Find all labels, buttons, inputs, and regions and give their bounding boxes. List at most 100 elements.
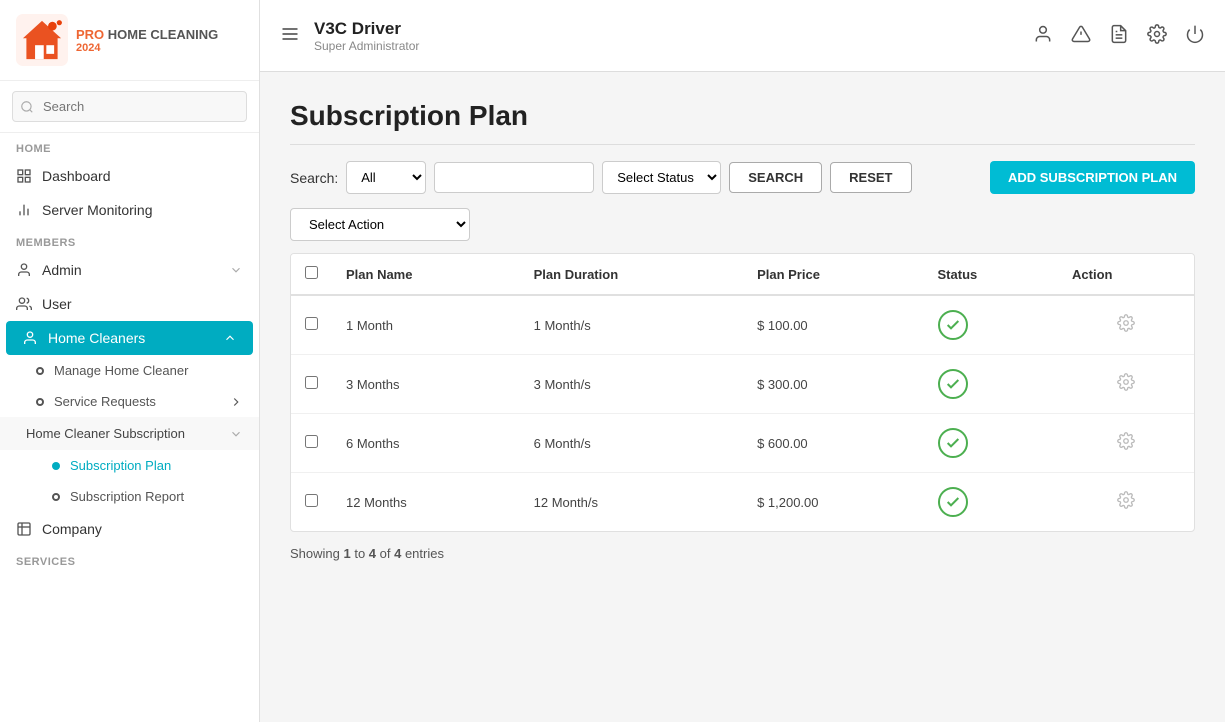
sidebar-item-dashboard[interactable]: Dashboard (0, 159, 259, 193)
main-content: V3C Driver Super Administrator Subscript… (260, 0, 1225, 722)
search-bar: Search: All Select Status Active Inactiv… (290, 161, 1195, 194)
header-plan-name: Plan Name (332, 254, 520, 295)
row-gear-button[interactable] (1117, 493, 1135, 513)
row-plan-name: 12 Months (332, 473, 520, 532)
status-active-icon (938, 428, 968, 458)
row-plan-duration: 12 Month/s (520, 473, 743, 532)
topbar-icons-area (1033, 24, 1205, 47)
checkmark-icon (945, 317, 961, 333)
row-checkbox-cell (291, 355, 332, 414)
sidebar-item-server-monitoring[interactable]: Server Monitoring (0, 193, 259, 227)
search-text-input[interactable] (434, 162, 594, 193)
sidebar-item-home-cleaner-subscription[interactable]: Home Cleaner Subscription (0, 417, 259, 450)
alert-icon-btn[interactable] (1071, 24, 1091, 47)
dot-empty-icon (36, 367, 44, 375)
logo-icon (16, 14, 68, 66)
row-plan-duration: 3 Month/s (520, 355, 743, 414)
row-plan-price: $ 600.00 (743, 414, 923, 473)
checkmark-icon (945, 376, 961, 392)
home-section-label: HOME (0, 133, 259, 159)
subscription-plan-label: Subscription Plan (70, 458, 171, 473)
sidebar-item-manage-home-cleaner[interactable]: Manage Home Cleaner (0, 355, 259, 386)
row-checkbox-cell (291, 473, 332, 532)
gear-action-icon (1117, 373, 1135, 391)
sidebar-item-subscription-plan[interactable]: Subscription Plan (0, 450, 259, 481)
row-checkbox-2[interactable] (305, 435, 318, 448)
sidebar-item-service-requests[interactable]: Service Requests (0, 386, 259, 417)
reset-button[interactable]: RESET (830, 162, 911, 193)
subscription-table: Plan Name Plan Duration Plan Price Statu… (290, 253, 1195, 532)
topbar-role: Super Administrator (314, 39, 1019, 53)
gear-icon-btn[interactable] (1147, 24, 1167, 47)
search-button[interactable]: SEARCH (729, 162, 822, 193)
topbar-driver-name: V3C Driver (314, 19, 1019, 39)
checkmark-icon (945, 494, 961, 510)
gear-action-icon (1117, 314, 1135, 332)
row-action (1058, 473, 1194, 532)
sidebar-item-subscription-report[interactable]: Subscription Report (0, 481, 259, 512)
user-label: User (42, 296, 72, 312)
row-checkbox-cell (291, 295, 332, 355)
home-cleaner-subscription-label: Home Cleaner Subscription (26, 426, 185, 441)
logo-pro: PRO HOME CLEANING (76, 27, 218, 42)
admin-label: Admin (42, 262, 82, 278)
action-select[interactable]: Select Action Delete (290, 208, 470, 241)
row-gear-button[interactable] (1117, 316, 1135, 336)
row-plan-price: $ 300.00 (743, 355, 923, 414)
add-subscription-plan-button[interactable]: ADD SUBSCRIPTION PLAN (990, 161, 1195, 194)
building-icon (16, 521, 32, 537)
home-cleaners-icon (22, 330, 38, 346)
header-action: Action (1058, 254, 1194, 295)
sidebar-item-company[interactable]: Company (0, 512, 259, 546)
logo-area: PRO HOME CLEANING 2024 (0, 0, 259, 81)
status-active-icon (938, 369, 968, 399)
subscription-report-label: Subscription Report (70, 489, 184, 504)
entries-total: 4 (394, 546, 401, 561)
row-status (924, 295, 1059, 355)
members-section-label: MEMBERS (0, 227, 259, 253)
power-icon-btn[interactable] (1185, 24, 1205, 47)
doc-icon-btn[interactable] (1109, 24, 1129, 47)
row-gear-button[interactable] (1117, 434, 1135, 454)
row-plan-name: 6 Months (332, 414, 520, 473)
entries-from: 1 (343, 546, 350, 561)
gear-action-icon (1117, 432, 1135, 450)
row-status (924, 414, 1059, 473)
row-action (1058, 355, 1194, 414)
manage-home-cleaner-label: Manage Home Cleaner (54, 363, 188, 378)
sidebar-search-area (0, 81, 259, 133)
sidebar-item-home-cleaners[interactable]: Home Cleaners (6, 321, 253, 355)
status-active-icon (938, 310, 968, 340)
status-select[interactable]: Select Status Active Inactive (602, 161, 721, 194)
logo-text: PRO HOME CLEANING 2024 (76, 27, 218, 54)
status-active-icon (938, 487, 968, 517)
topbar-title-area: V3C Driver Super Administrator (314, 19, 1019, 53)
search-field-select[interactable]: All (346, 161, 426, 194)
gear-action-icon (1117, 491, 1135, 509)
sidebar-search-input[interactable] (12, 91, 247, 122)
chevron-right-icon (229, 395, 243, 409)
dot-active-icon (52, 462, 60, 470)
dot-report-icon (52, 493, 60, 501)
user-icon-btn[interactable] (1033, 24, 1053, 47)
menu-button[interactable] (280, 24, 300, 47)
row-status (924, 473, 1059, 532)
select-all-checkbox[interactable] (305, 266, 318, 279)
row-action (1058, 295, 1194, 355)
chevron-down-sub-icon (229, 427, 243, 441)
search-icon (20, 100, 34, 114)
table-row: 12 Months 12 Month/s $ 1,200.00 (291, 473, 1194, 532)
row-gear-button[interactable] (1117, 375, 1135, 395)
row-plan-name: 3 Months (332, 355, 520, 414)
sidebar-item-admin[interactable]: Admin (0, 253, 259, 287)
row-checkbox-0[interactable] (305, 317, 318, 330)
bar-chart-icon (16, 202, 32, 218)
row-checkbox-1[interactable] (305, 376, 318, 389)
user-icon (1033, 24, 1053, 44)
dot-empty-icon-2 (36, 398, 44, 406)
settings-icon (1147, 24, 1167, 44)
file-text-icon (1109, 24, 1129, 44)
row-plan-duration: 1 Month/s (520, 295, 743, 355)
sidebar-item-user[interactable]: User (0, 287, 259, 321)
row-checkbox-3[interactable] (305, 494, 318, 507)
